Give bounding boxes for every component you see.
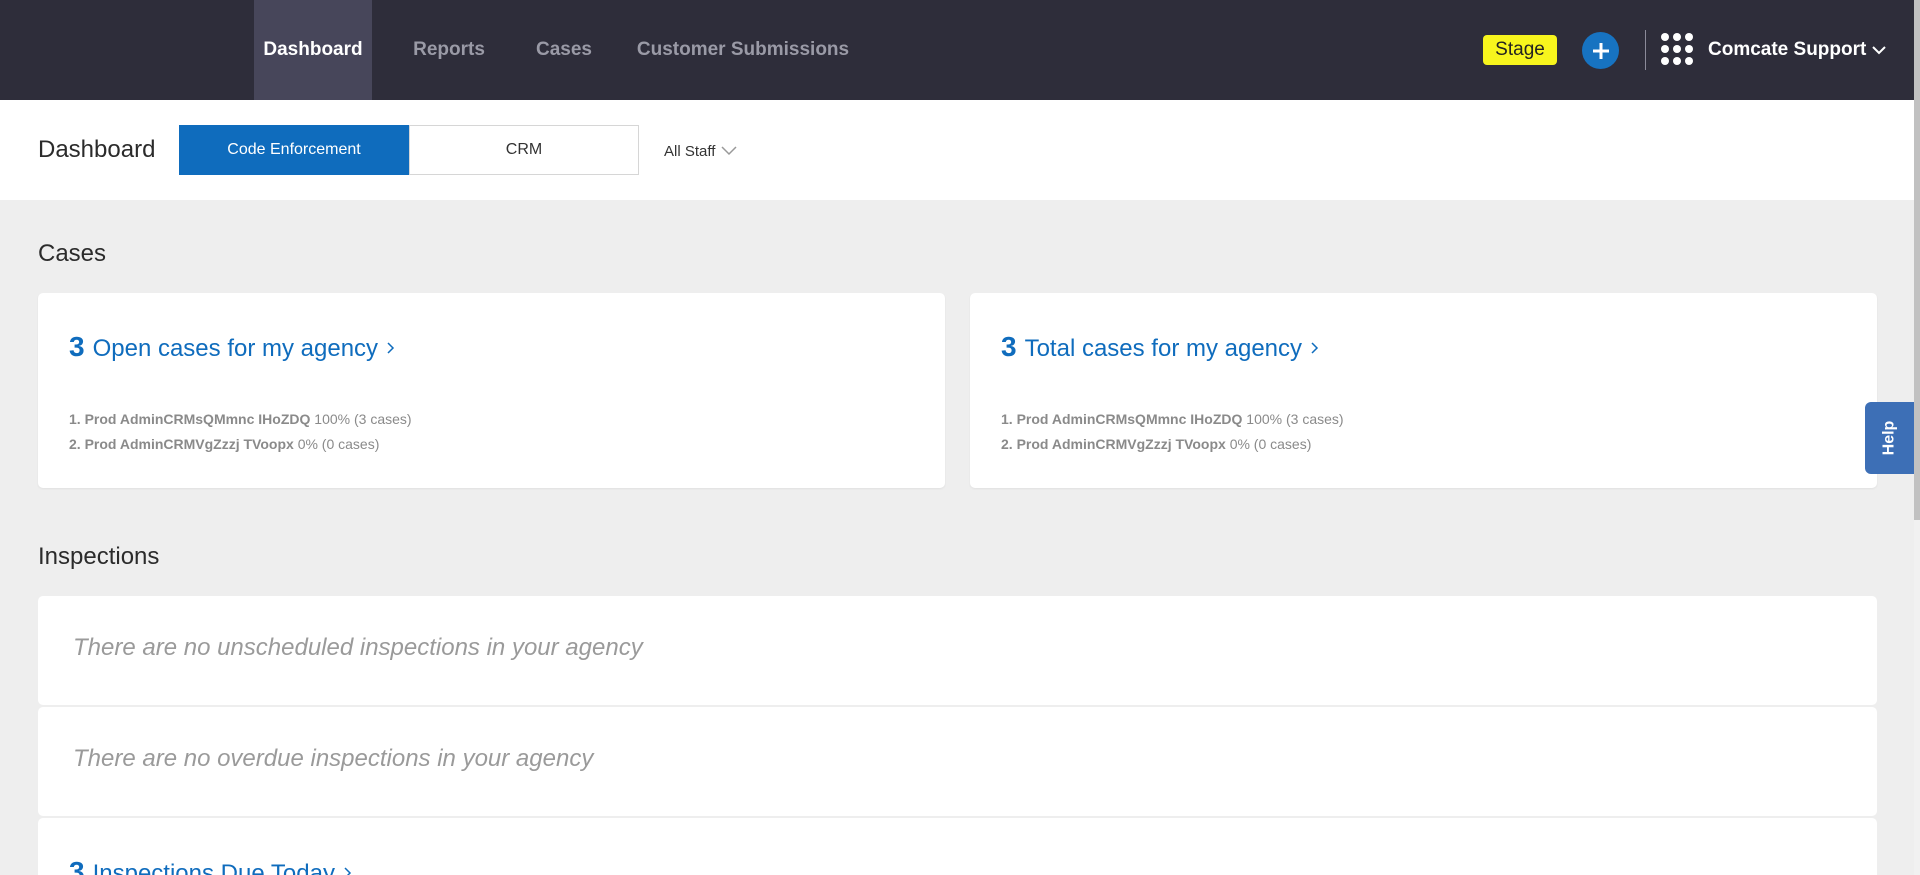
nav-tab-cases[interactable]: Cases [526,0,602,100]
inspections-due-today-label: Inspections Due Today [92,860,335,875]
help-label: Help [1880,420,1898,456]
total-cases-count: 3 [1001,331,1017,362]
dashboard-header: Dashboard Code Enforcement CRM All Staff [0,100,1914,200]
unscheduled-inspections-card: There are no unscheduled inspections in … [38,596,1877,705]
open-cases-link[interactable]: 3 Open cases for my agency [69,331,396,363]
chevron-right-icon [344,867,352,875]
nav-tab-reports[interactable]: Reports [404,0,494,100]
apps-grid-icon[interactable] [1661,33,1693,65]
overdue-inspections-card: There are no overdue inspections in your… [38,707,1877,816]
open-cases-label: Open cases for my agency [92,335,379,362]
ranking-item: 2. Prod AdminCRMVgZzzj TVoopx 0% (0 case… [69,436,380,452]
chevron-down-icon [721,146,737,156]
open-cases-count: 3 [69,331,85,362]
total-cases-label: Total cases for my agency [1024,335,1303,362]
total-cases-card: 3 Total cases for my agency 1. Prod Admi… [970,293,1877,488]
empty-state-message: There are no overdue inspections in your… [73,745,594,772]
page-title: Dashboard [38,136,156,163]
scrollbar-thumb[interactable] [1914,0,1920,520]
chevron-right-icon [387,342,395,354]
cases-heading: Cases [38,240,107,267]
ranking-item: 1. Prod AdminCRMsQMmnc IHoZDQ 100% (3 ca… [1001,411,1344,427]
inspections-due-today-link[interactable]: 3 Inspections Due Today [69,856,353,875]
staff-filter-label: All Staff [664,142,716,160]
chevron-down-icon [1872,46,1887,55]
staff-filter-dropdown[interactable]: All Staff [664,140,737,162]
segment-crm[interactable]: CRM [409,125,639,175]
add-button[interactable] [1582,32,1619,69]
empty-state-message: There are no unscheduled inspections in … [73,634,643,661]
ranking-item: 2. Prod AdminCRMVgZzzj TVoopx 0% (0 case… [1001,436,1312,452]
plus-icon [1592,42,1609,59]
inspections-due-today-card: 3 Inspections Due Today [38,818,1877,875]
inspections-due-today-count: 3 [69,856,85,875]
segment-code-enforcement[interactable]: Code Enforcement [179,125,409,175]
help-tab[interactable]: Help [1865,402,1914,474]
account-name: Comcate Support [1708,39,1867,60]
inspections-heading: Inspections [38,543,160,570]
chevron-right-icon [1311,342,1319,354]
top-nav: Dashboard Reports Cases Customer Submiss… [0,0,1914,100]
ranking-item: 1. Prod AdminCRMsQMmnc IHoZDQ 100% (3 ca… [69,411,412,427]
nav-tab-customer-submissions[interactable]: Customer Submissions [636,0,850,100]
total-cases-link[interactable]: 3 Total cases for my agency [1001,331,1320,363]
open-cases-card: 3 Open cases for my agency 1. Prod Admin… [38,293,945,488]
nav-tab-dashboard[interactable]: Dashboard [254,0,372,100]
environment-badge: Stage [1483,35,1557,65]
account-menu[interactable]: Comcate Support [1708,34,1887,66]
nav-divider [1645,30,1646,70]
